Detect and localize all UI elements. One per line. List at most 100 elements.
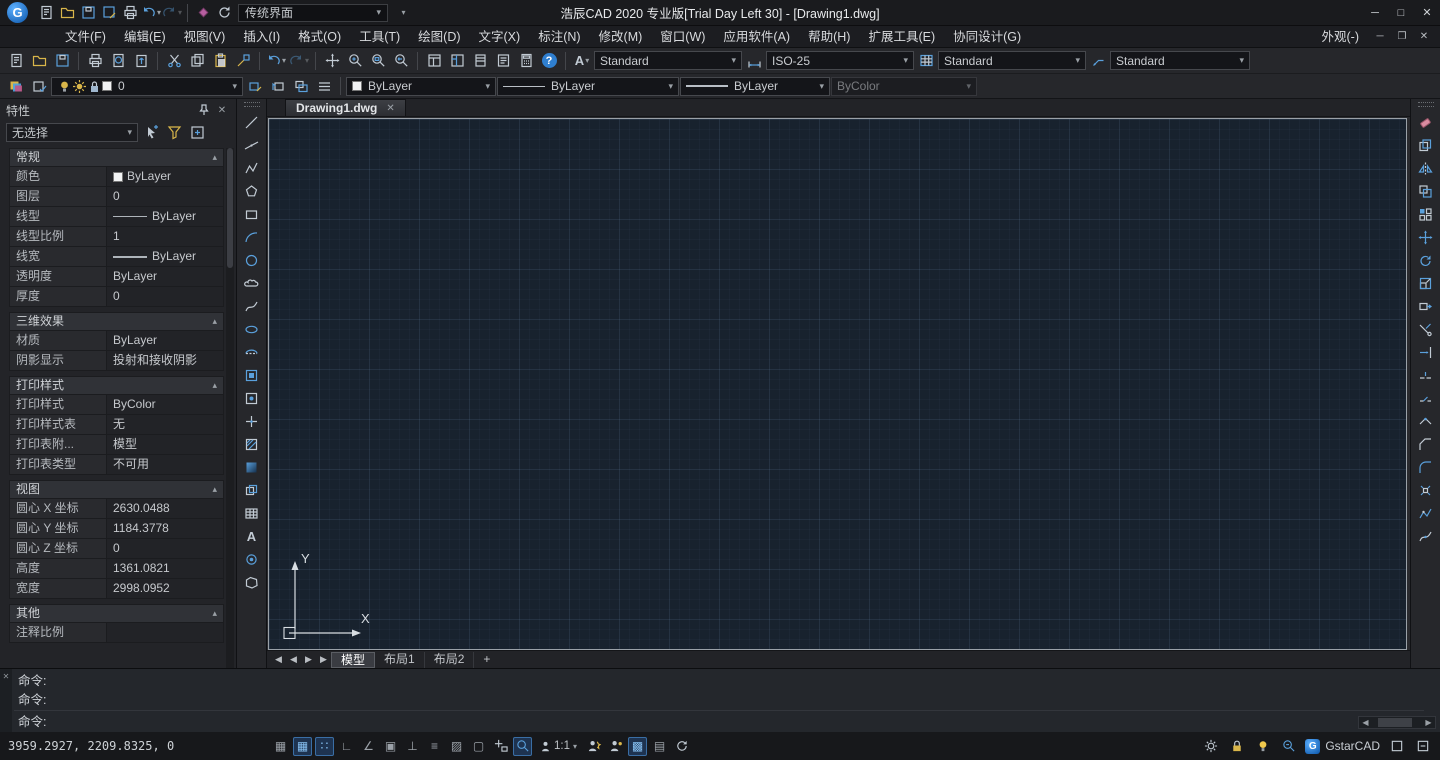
new-file-icon[interactable] <box>36 3 56 23</box>
layer-freeze-sun-icon[interactable] <box>72 79 87 94</box>
command-input-row[interactable]: 命令: <box>18 713 1350 732</box>
tab-model[interactable]: 模型 <box>331 652 375 668</box>
grid-display-icon[interactable]: ▦ <box>293 737 312 756</box>
next-layout-icon[interactable]: ▶ <box>301 654 316 665</box>
layer-combo[interactable]: 0 ▾ <box>51 77 243 96</box>
close-command-icon[interactable]: ✕ <box>3 672 10 681</box>
document-tab[interactable]: Drawing1.dwg ✕ <box>285 99 406 116</box>
sheet-set-manager-icon[interactable] <box>492 50 514 72</box>
open-file-icon[interactable] <box>57 3 77 23</box>
save-icon[interactable] <box>78 3 98 23</box>
menu-collaboration[interactable]: 协同设计(G) <box>944 26 1030 48</box>
dim-style-combo[interactable]: ISO-25▾ <box>766 51 914 70</box>
auto-annotation-icon[interactable] <box>584 737 603 756</box>
scrollbar-thumb[interactable] <box>227 148 233 268</box>
mleader-style-combo[interactable]: Standard▾ <box>1110 51 1250 70</box>
save-as-icon[interactable] <box>99 3 119 23</box>
make-layer-current-icon[interactable] <box>244 75 266 97</box>
layer-match-icon[interactable] <box>313 75 335 97</box>
workspace-dropdown[interactable]: 传统界面 ▾ <box>238 4 388 22</box>
layer-previous-icon[interactable] <box>267 75 289 97</box>
layer-properties-icon[interactable] <box>5 75 27 97</box>
layer-lock-icon[interactable] <box>87 79 102 94</box>
properties-scrollbar[interactable] <box>226 148 234 668</box>
table-icon[interactable] <box>242 503 262 523</box>
extend-icon[interactable] <box>1416 342 1436 362</box>
undo-dropdown-icon[interactable]: ▾ <box>157 8 161 17</box>
transparency-display-icon[interactable]: ▨ <box>447 737 466 756</box>
redo-dropdown-icon[interactable]: ▾ <box>178 8 182 17</box>
zoom-previous-icon[interactable] <box>390 50 412 72</box>
menu-insert[interactable]: 插入(I) <box>234 26 289 48</box>
regen-icon[interactable] <box>214 3 234 23</box>
status-menu-icon[interactable] <box>1413 737 1432 756</box>
arc-icon[interactable] <box>242 227 262 247</box>
multiline-text-icon[interactable]: A <box>242 526 262 546</box>
ortho-mode-icon[interactable]: ∟ <box>337 737 356 756</box>
offset-icon[interactable] <box>1416 181 1436 201</box>
pin-icon[interactable] <box>196 103 212 117</box>
object-snap-icon[interactable]: ▣ <box>381 737 400 756</box>
break-icon[interactable] <box>1416 388 1436 408</box>
drawing-canvas[interactable]: Y X <box>268 118 1407 650</box>
plot-icon[interactable] <box>84 50 106 72</box>
mirror-icon[interactable] <box>1416 158 1436 178</box>
menu-appearance[interactable]: 外观(-) <box>1313 26 1369 48</box>
print-icon[interactable] <box>120 3 140 23</box>
first-layout-icon[interactable]: ◀ <box>271 654 286 665</box>
polyline-icon[interactable] <box>242 158 262 178</box>
command-history[interactable]: 命令: 命令: <box>18 672 1350 710</box>
snap-mode-icon[interactable]: ∷ <box>315 737 334 756</box>
layer-on-bulb-icon[interactable] <box>57 79 72 94</box>
construction-line-icon[interactable] <box>242 135 262 155</box>
trim-icon[interactable] <box>1416 319 1436 339</box>
donut-icon[interactable] <box>242 549 262 569</box>
style-manager-icon[interactable] <box>193 3 213 23</box>
cut-icon[interactable] <box>163 50 185 72</box>
dim-style-icon[interactable] <box>743 50 765 72</box>
publish-icon[interactable] <box>130 50 152 72</box>
menu-help[interactable]: 帮助(H) <box>799 26 859 48</box>
scale-icon[interactable] <box>1416 273 1436 293</box>
rectangle-icon[interactable] <box>242 204 262 224</box>
doc-close-button[interactable]: ✕ <box>1414 28 1434 46</box>
insert-block-icon[interactable] <box>242 365 262 385</box>
tab-close-icon[interactable]: ✕ <box>386 103 394 114</box>
maximize-button[interactable]: □ <box>1388 2 1414 24</box>
command-prompt[interactable]: 命令: <box>18 713 1350 732</box>
erase-icon[interactable] <box>1416 112 1436 132</box>
copy-icon[interactable] <box>186 50 208 72</box>
save-icon[interactable] <box>51 50 73 72</box>
table-style-icon[interactable] <box>915 50 937 72</box>
toggle-pickadd-icon[interactable] <box>187 122 207 142</box>
help-icon[interactable]: ? <box>538 50 560 72</box>
explode-icon[interactable] <box>1416 480 1436 500</box>
menu-edit[interactable]: 编辑(E) <box>115 26 175 48</box>
ellipse-icon[interactable] <box>242 319 262 339</box>
scroll-track[interactable] <box>1372 717 1422 728</box>
scroll-left-icon[interactable]: ◀ <box>1359 718 1372 727</box>
command-scrollbar[interactable]: ◀ ▶ <box>1358 716 1436 729</box>
menu-dimension[interactable]: 标注(N) <box>529 26 589 48</box>
lock-icon[interactable] <box>1227 737 1246 756</box>
prev-layout-icon[interactable]: ◀ <box>286 654 301 665</box>
scroll-thumb[interactable] <box>1378 718 1412 727</box>
zoom-window-icon[interactable] <box>367 50 389 72</box>
plot-preview-icon[interactable] <box>107 50 129 72</box>
polar-tracking-icon[interactable]: ∠ <box>359 737 378 756</box>
open-file-icon[interactable] <box>28 50 50 72</box>
menu-text[interactable]: 文字(X) <box>470 26 530 48</box>
edit-polyline-icon[interactable] <box>1416 503 1436 523</box>
ellipse-arc-icon[interactable] <box>242 342 262 362</box>
menu-window[interactable]: 窗口(W) <box>651 26 714 48</box>
feedback-icon[interactable] <box>1279 737 1298 756</box>
line-icon[interactable] <box>242 112 262 132</box>
model-space-toggle-icon[interactable]: ▩ <box>628 737 647 756</box>
object-snap-tracking-icon[interactable]: ⊥ <box>403 737 422 756</box>
new-file-icon[interactable] <box>5 50 27 72</box>
stretch-icon[interactable] <box>1416 296 1436 316</box>
properties-palette-icon[interactable] <box>423 50 445 72</box>
tab-layout1[interactable]: 布局1 <box>375 652 425 668</box>
props-section-general[interactable]: 常规▴ <box>9 148 224 167</box>
dynamic-input-icon[interactable] <box>491 737 510 756</box>
